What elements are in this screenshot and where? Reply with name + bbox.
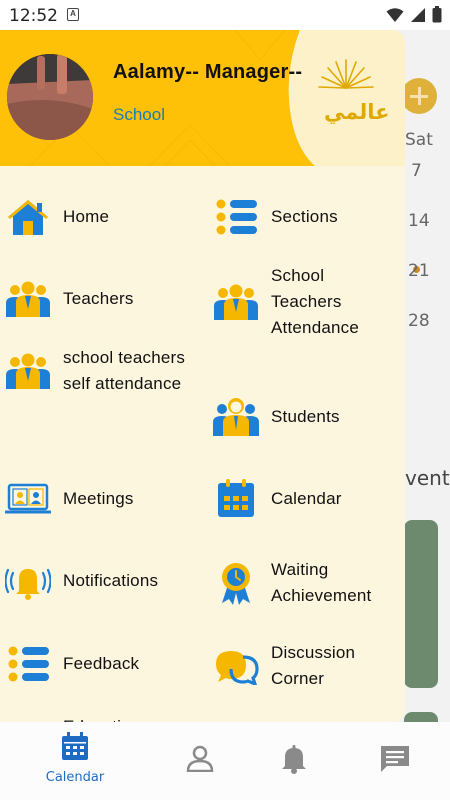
user-name: Aalamy-- Manager--	[113, 61, 303, 83]
menu-item-home[interactable]: Home	[4, 193, 204, 241]
menu-item-label: Notifications	[63, 571, 159, 590]
menu-item-label: Students	[271, 407, 340, 426]
nav-messages[interactable]	[350, 744, 440, 779]
status-icons	[386, 6, 442, 23]
profile-icon	[186, 745, 214, 773]
bottom-navigation: Calendar	[0, 722, 450, 800]
menu-item-label: Waiting Achievement	[271, 560, 372, 605]
education-icon	[4, 707, 52, 722]
calendar-icon	[212, 475, 260, 523]
calendar-day[interactable]: 14	[408, 211, 430, 231]
list-icon	[212, 193, 260, 241]
menu-item-sections[interactable]: Sections	[212, 193, 402, 241]
nav-notifications[interactable]	[249, 744, 339, 779]
calendar-icon	[62, 732, 88, 760]
menu-item-label: Discussion Corner	[271, 643, 356, 688]
menu-item-notifications[interactable]: Notifications	[4, 557, 204, 605]
calendar-day[interactable]: 7	[411, 161, 422, 181]
wifi-icon	[386, 7, 404, 22]
video-meeting-icon	[4, 475, 52, 523]
events-heading: vents	[405, 466, 450, 490]
event-card[interactable]	[404, 520, 438, 688]
status-time: 12:52	[9, 6, 58, 26]
teachers-attendance-icon	[212, 278, 260, 326]
menu-item-self-attendance[interactable]: school teachers self attendance	[4, 345, 204, 397]
calendar-day[interactable]: 21	[408, 261, 430, 281]
menu-item-teachers[interactable]: Teachers	[4, 275, 204, 323]
menu-item-label: Calendar	[271, 489, 342, 508]
bell-icon	[282, 745, 306, 774]
menu-item-meetings[interactable]: Meetings	[4, 475, 204, 523]
menu-item-label: Sections	[271, 207, 338, 226]
nav-profile[interactable]	[155, 744, 245, 777]
menu-item-label: Home	[63, 207, 110, 226]
menu-item-waiting-achievement[interactable]: Waiting Achievement	[212, 557, 402, 609]
teachers-icon	[4, 275, 52, 323]
add-event-button[interactable]	[401, 78, 437, 114]
award-ribbon-icon	[212, 559, 260, 607]
menu-item-education[interactable]: Education	[4, 707, 204, 722]
menu-item-label: Education	[63, 714, 140, 722]
drawer-header: Aalamy-- Manager-- School عالمي	[0, 30, 405, 166]
menu-item-students[interactable]: Students	[212, 393, 402, 441]
menu-item-label: Meetings	[63, 489, 134, 508]
battery-icon	[432, 6, 442, 23]
menu-item-label: Teachers	[63, 289, 134, 308]
nav-calendar[interactable]: Calendar	[30, 732, 120, 785]
menu-item-feedback[interactable]: Feedback	[4, 640, 204, 688]
students-icon	[212, 393, 260, 441]
menu-item-school-teachers-attendance[interactable]: School Teachers Attendance	[212, 263, 402, 341]
menu-item-calendar[interactable]: Calendar	[212, 475, 402, 523]
self-attendance-icon	[4, 347, 52, 395]
menu-item-discussion-corner[interactable]: Discussion Corner	[212, 640, 402, 692]
menu-item-label: Feedback	[63, 654, 140, 673]
chat-bubbles-icon	[212, 642, 260, 690]
menu-item-label: school teachers self attendance	[63, 348, 186, 393]
notification-badge-icon: A	[67, 8, 79, 21]
navigation-drawer: Aalamy-- Manager-- School عالمي Home Sec…	[0, 30, 405, 722]
home-icon	[4, 193, 52, 241]
aalamy-logo: عالمي	[318, 58, 389, 138]
user-role: School	[113, 105, 165, 124]
nav-calendar-label: Calendar	[45, 770, 105, 785]
status-bar: 12:52 A	[0, 0, 450, 30]
signal-icon	[411, 7, 425, 22]
avatar[interactable]	[7, 54, 93, 140]
menu-item-label: School Teachers Attendance	[271, 266, 360, 337]
calendar-day[interactable]: 28	[408, 311, 430, 331]
feedback-list-icon	[4, 640, 52, 688]
day-header: Sat	[405, 130, 433, 150]
message-icon	[381, 746, 409, 772]
bell-ringing-icon	[4, 557, 52, 605]
logo-text: عالمي	[324, 100, 390, 124]
